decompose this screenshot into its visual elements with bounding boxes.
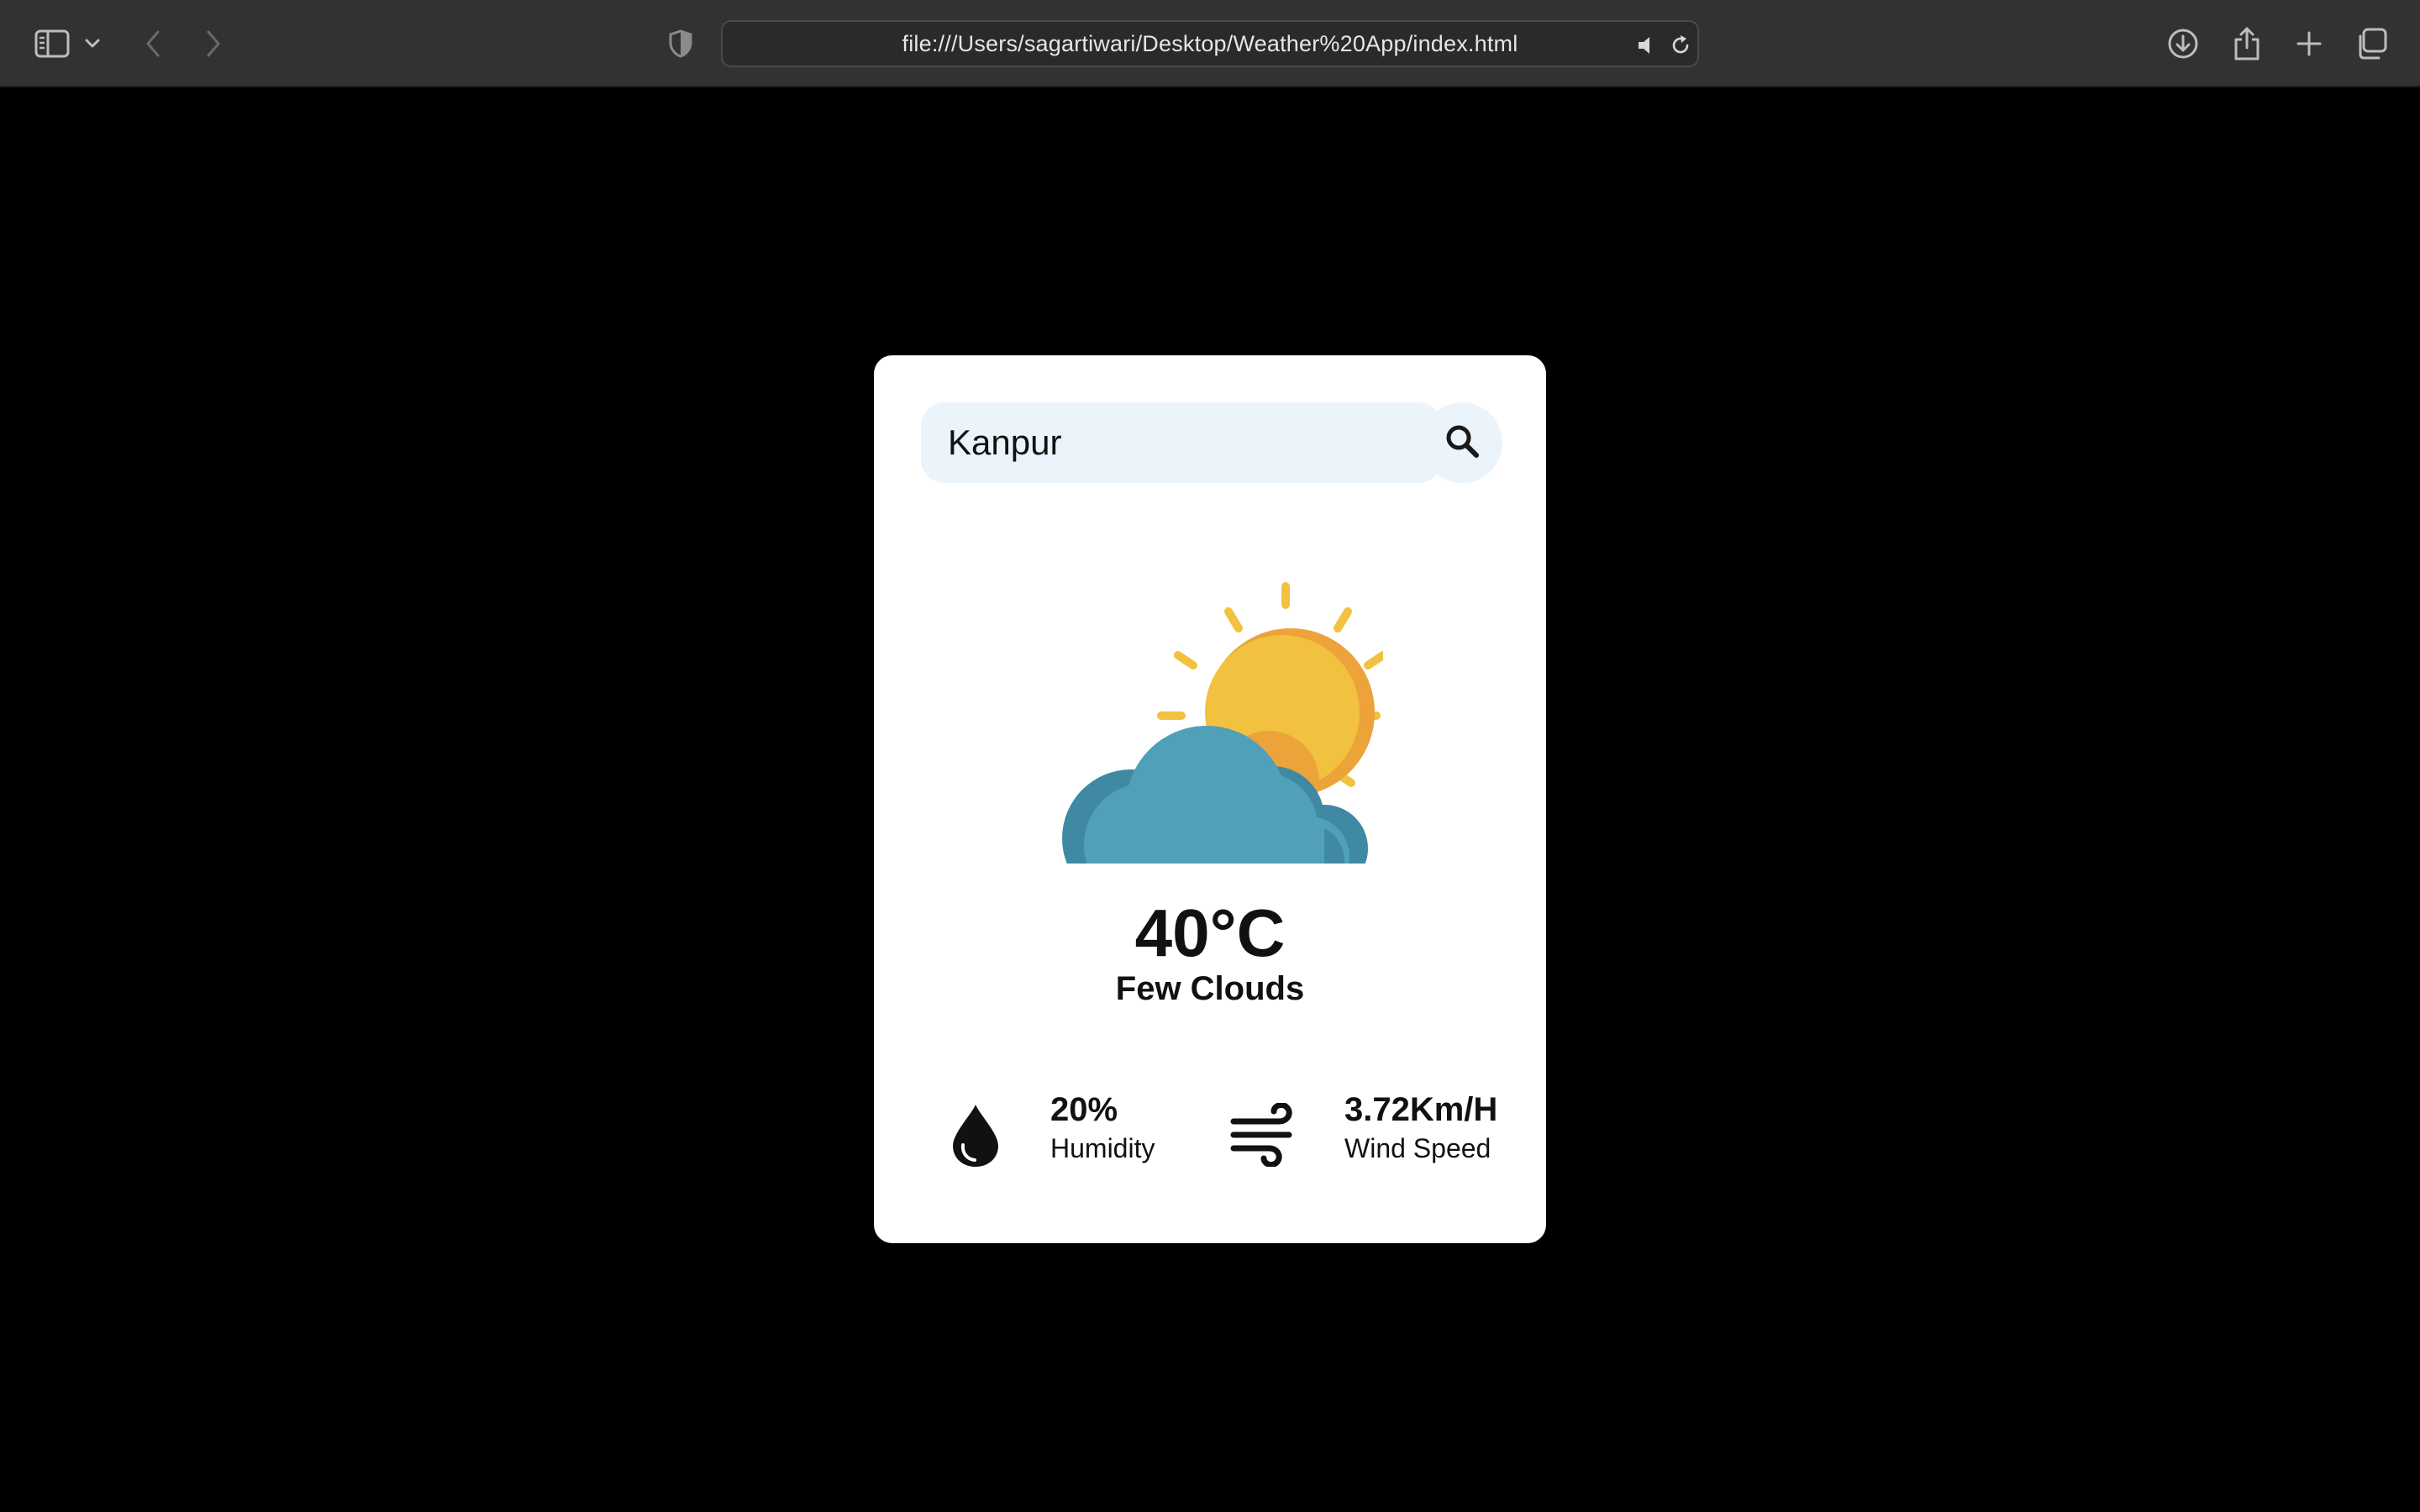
reload-icon[interactable] [1669, 34, 1692, 57]
temperature-value: 40°C [1134, 895, 1286, 970]
wind-speed-label: Wind Speed [1344, 1133, 1491, 1163]
wind-icon [1230, 1101, 1296, 1171]
download-icon[interactable] [2160, 20, 2207, 67]
humidity-value: 20% [1050, 1091, 1118, 1128]
share-icon[interactable] [2223, 20, 2270, 67]
chevron-right-icon[interactable] [190, 20, 237, 67]
search-button[interactable] [1422, 402, 1502, 483]
wind-speed-value: 3.72Km/H [1344, 1091, 1498, 1128]
city-search-input[interactable] [921, 402, 1442, 483]
tabs-icon[interactable] [2348, 20, 2395, 67]
address-bar-url: file:///Users/sagartiwari/Desktop/Weathe… [902, 30, 1518, 56]
sidebar-icon[interactable] [29, 20, 76, 67]
address-bar[interactable]: file:///Users/sagartiwari/Desktop/Weathe… [721, 20, 1699, 67]
search-icon [1444, 423, 1481, 464]
sun-behind-cloud-icon [1039, 561, 1387, 907]
speaker-icon[interactable] [1635, 34, 1659, 57]
shield-icon[interactable] [657, 20, 704, 67]
weather-condition: Few Clouds [1115, 970, 1305, 1007]
humidity-label: Humidity [1050, 1133, 1155, 1163]
browser-toolbar: file:///Users/sagartiwari/Desktop/Weathe… [0, 0, 2420, 87]
chevron-down-icon[interactable] [76, 20, 109, 67]
plus-icon[interactable] [2286, 20, 2333, 67]
chevron-left-icon[interactable] [129, 20, 176, 67]
water-drop-icon [951, 1103, 1000, 1173]
weather-card: 40°C Few Clouds 20% Humidity 3.72Km/H Wi… [874, 355, 1546, 1243]
